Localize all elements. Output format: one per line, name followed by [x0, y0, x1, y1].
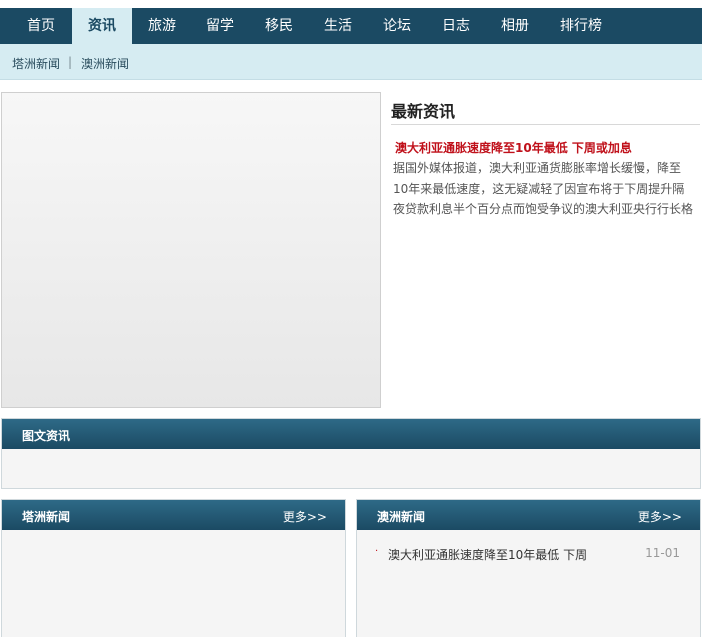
nav-item-travel[interactable]: 旅游 [134, 8, 190, 44]
latest-news-divider [391, 124, 700, 125]
featured-image-slideshow[interactable] [1, 92, 381, 408]
news-item-title[interactable]: 澳大利亚通胀速度降至10年最低 下周 [388, 546, 587, 563]
main-nav: 首页 资讯 旅游 留学 移民 生活 论坛 日志 相册 排行榜 [0, 8, 702, 44]
aus-news-title: 澳洲新闻 [377, 510, 426, 524]
photo-news-panel: 图文资讯 [1, 418, 701, 489]
latest-news-heading: 最新资讯 [391, 102, 456, 121]
aus-news-more-link[interactable]: 更多>> [638, 508, 682, 525]
nav-item-study-abroad[interactable]: 留学 [192, 8, 248, 44]
photo-news-header: 图文资讯 [2, 419, 700, 449]
latest-news-headline-link[interactable]: 澳大利亚通胀速度降至10年最低 下周或加息 [395, 139, 632, 156]
taz-news-title: 塔洲新闻 [22, 510, 71, 524]
nav-item-ranking[interactable]: 排行榜 [547, 8, 615, 44]
photo-news-title: 图文资讯 [22, 429, 71, 443]
taz-news-more-link[interactable]: 更多>> [283, 508, 327, 525]
bullet-icon: · [375, 546, 379, 557]
subnav-link-taz-news[interactable]: 塔洲新闻 [12, 55, 60, 72]
list-item[interactable]: · 澳大利亚通胀速度降至10年最低 下周 11-01 [375, 546, 680, 564]
aus-news-header: 澳洲新闻 更多>> [357, 500, 700, 530]
latest-news-summary: 据国外媒体报道，澳大利亚通货膨胀率增长缓慢，降至10年来最低速度，这无疑减轻了因… [393, 161, 694, 216]
sub-nav: 塔洲新闻 | 澳洲新闻 [0, 44, 702, 80]
nav-item-life[interactable]: 生活 [310, 8, 366, 44]
taz-news-header: 塔洲新闻 更多>> [2, 500, 345, 530]
nav-item-home[interactable]: 首页 [12, 8, 70, 44]
nav-item-blog[interactable]: 日志 [428, 8, 484, 44]
taz-news-panel: 塔洲新闻 更多>> [1, 499, 346, 637]
nav-item-news[interactable]: 资讯 [72, 8, 132, 44]
nav-item-album[interactable]: 相册 [487, 8, 543, 44]
aus-news-panel: 澳洲新闻 更多>> · 澳大利亚通胀速度降至10年最低 下周 11-01 [356, 499, 701, 637]
nav-item-immigration[interactable]: 移民 [251, 8, 307, 44]
subnav-separator: | [68, 55, 73, 69]
subnav-link-aus-news[interactable]: 澳洲新闻 [81, 55, 129, 72]
nav-item-forum[interactable]: 论坛 [369, 8, 425, 44]
news-item-date: 11-01 [645, 546, 680, 560]
